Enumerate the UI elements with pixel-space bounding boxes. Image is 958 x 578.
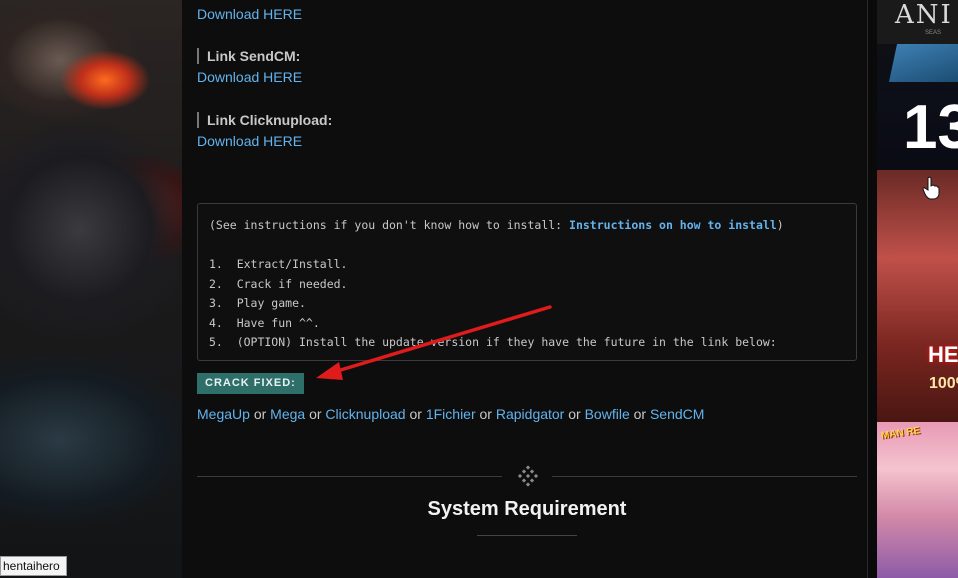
instructions-link[interactable]: Instructions on how to install xyxy=(569,218,777,232)
instruction-step: 1. Extract/Install. xyxy=(209,257,348,271)
ad-title: HE xyxy=(928,342,958,367)
ad-number: 13 xyxy=(903,93,958,162)
sidebar-ad-2[interactable]: HE 100% xyxy=(877,170,958,422)
sidebar-ad-3[interactable]: MAN RE xyxy=(877,422,958,578)
ad-title: ANI xyxy=(895,0,953,30)
mirror-link-megaup[interactable]: MegaUp xyxy=(197,406,250,422)
instruction-step: 5. (OPTION) Install the update version i… xyxy=(209,335,777,349)
mirror-links: MegaUp or Mega or Clicknupload or 1Fichi… xyxy=(197,406,705,422)
mirror-link-1fichier[interactable]: 1Fichier xyxy=(426,406,476,422)
instruction-step: 2. Crack if needed. xyxy=(209,276,348,291)
sidebar: ANI SEAS 13 HE 100% MAN RE xyxy=(868,0,958,578)
mirror-link-mega[interactable]: Mega xyxy=(270,406,305,422)
post-content: Download HERE Link SendCM: Download HERE… xyxy=(182,0,868,578)
title-underline xyxy=(477,535,577,536)
divider-right xyxy=(552,476,857,477)
download-title-sendcm: Link SendCM: xyxy=(197,48,300,64)
install-instructions-box: (See instructions if you don't know how … xyxy=(197,203,857,361)
hand-cursor-icon xyxy=(922,176,940,200)
ad-logo: MAN RE xyxy=(880,425,922,442)
instruction-step: 3. Play game. xyxy=(209,296,306,310)
mirror-link-sendcm[interactable]: SendCM xyxy=(650,406,704,422)
background-artwork xyxy=(0,0,182,578)
sidebar-ad-1[interactable]: ANI SEAS 13 xyxy=(877,0,958,170)
ad-discount: 100% xyxy=(929,375,958,392)
diamond-dots-icon xyxy=(517,465,539,487)
instruction-step: 4. Have fun ^^. xyxy=(209,315,320,330)
download-title-clicknupload: Link Clicknupload: xyxy=(197,112,332,128)
download-link-1[interactable]: Download HERE xyxy=(197,6,302,22)
divider-left xyxy=(197,476,502,477)
mirror-link-rapidgator[interactable]: Rapidgator xyxy=(496,406,565,422)
mirror-link-bowfile[interactable]: Bowfile xyxy=(585,406,630,422)
mirror-link-clicknupload[interactable]: Clicknupload xyxy=(325,406,405,422)
ad-subtitle: SEAS xyxy=(925,30,942,36)
status-tooltip: hentaihero xyxy=(0,556,67,576)
crack-fixed-badge: CRACK FIXED: xyxy=(197,373,304,394)
download-link-clicknupload[interactable]: Download HERE xyxy=(197,133,302,149)
download-link-sendcm[interactable]: Download HERE xyxy=(197,69,302,85)
section-title: System Requirement xyxy=(427,498,627,520)
instructions-intro: (See instructions if you don't know how … xyxy=(209,218,784,232)
